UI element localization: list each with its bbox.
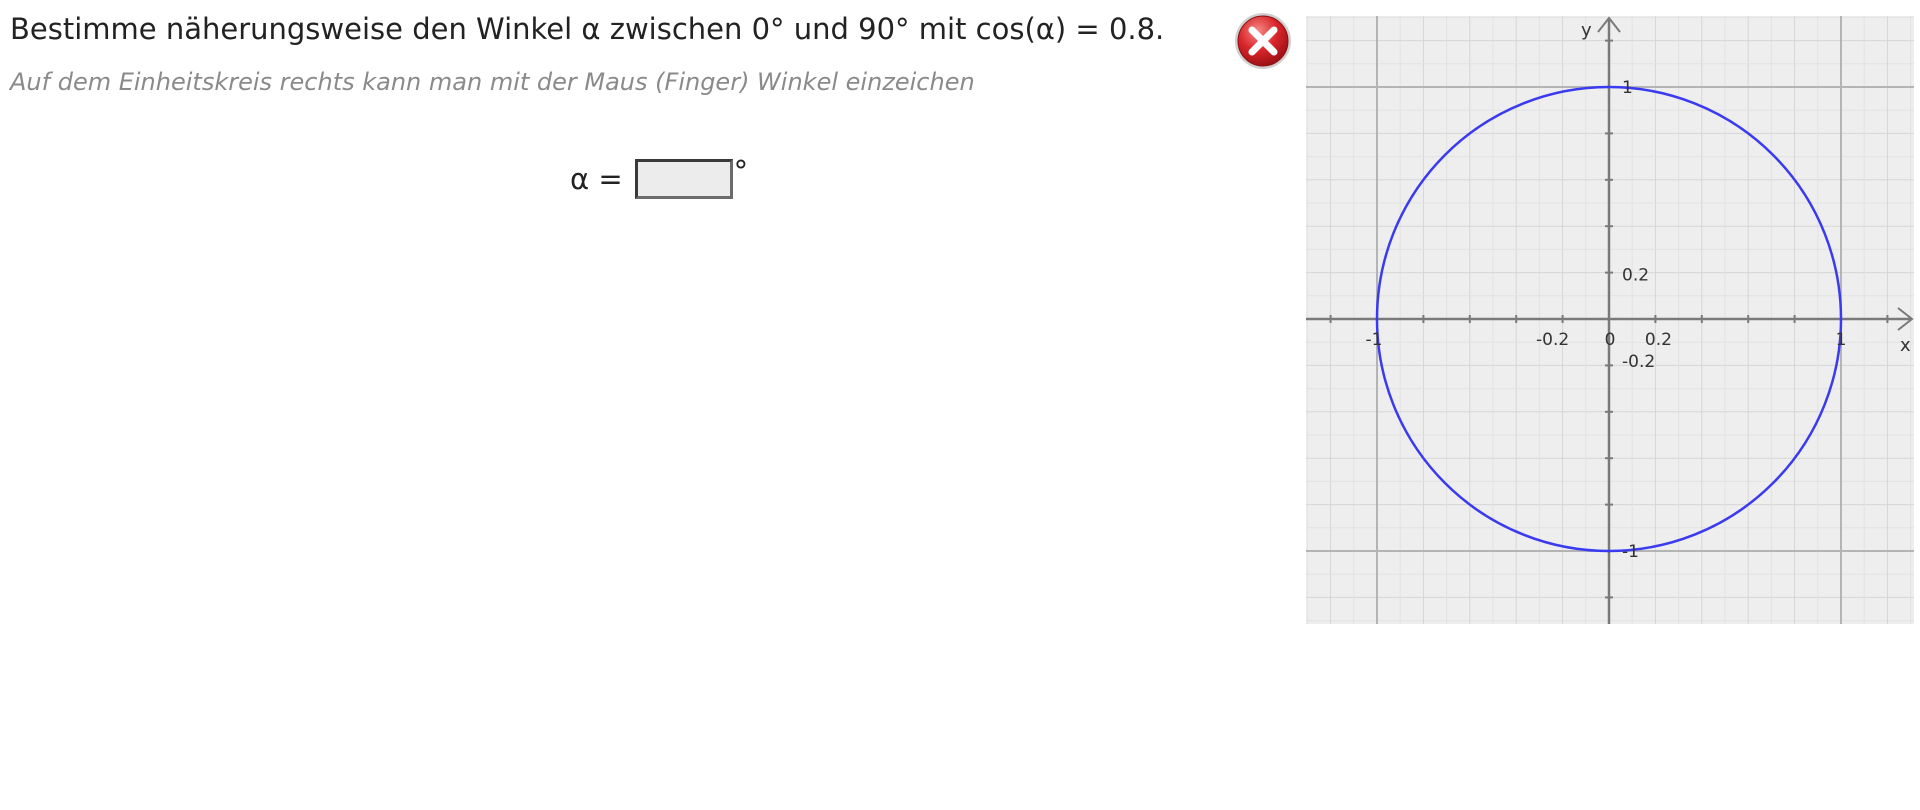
angle-input[interactable]: [634, 159, 733, 199]
tick-label: -0.2: [1536, 330, 1569, 350]
close-icon: [1235, 13, 1291, 69]
x-axis-label: x: [1900, 335, 1911, 356]
tick-label: 0.2: [1645, 330, 1672, 350]
tick-label: 1: [1836, 330, 1847, 350]
close-button[interactable]: [1233, 11, 1293, 71]
tick-label: -1: [1366, 330, 1383, 350]
degree-suffix: °: [733, 154, 749, 188]
unit-circle-canvas[interactable]: 10.2-1 -0.2 0 0.2-0.21-1 x y: [1306, 16, 1914, 624]
tick-label: 0.2: [1622, 266, 1649, 286]
tick-label: 0: [1605, 330, 1616, 350]
tick-label: -1: [1622, 542, 1639, 562]
tick-label: -0.2: [1622, 352, 1655, 372]
answer-label: α =: [570, 162, 623, 196]
answer-row: α = °: [570, 154, 748, 200]
unit-circle-graph[interactable]: 1 0.2 -1 -0.2 0 0.2 -0.2 1 -1 x y: [1306, 16, 1914, 624]
hint-text: Auf dem Einheitskreis rechts kann man mi…: [10, 68, 975, 96]
y-axis-label: y: [1581, 20, 1592, 41]
task-text: Bestimme näherungsweise den Winkel α zwi…: [10, 12, 1165, 46]
tick-label: 1: [1622, 78, 1633, 98]
